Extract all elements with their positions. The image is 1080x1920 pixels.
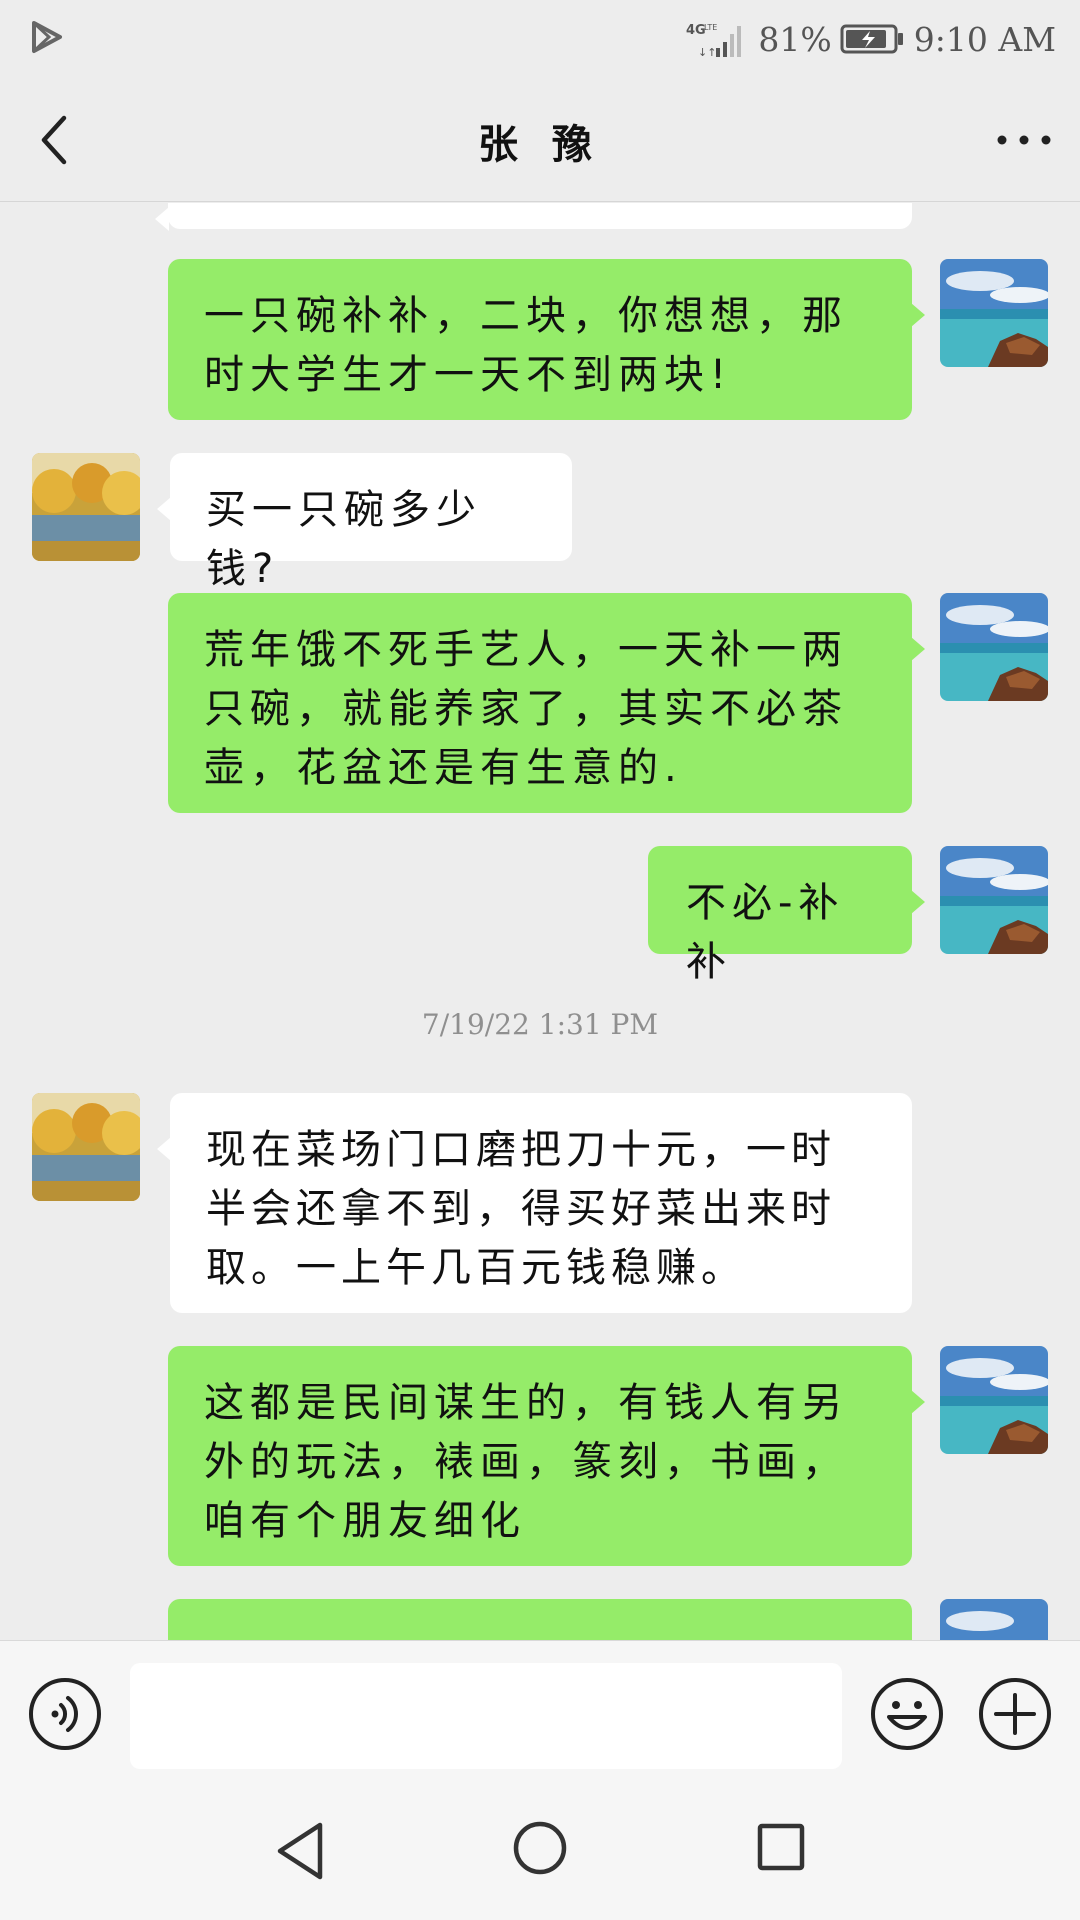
message-bubble-incoming[interactable]: 现在菜场门口磨把刀十元，一时半会还拿不到，得买好菜出来时取。一上午几百元钱稳赚。 bbox=[157, 1093, 912, 1313]
battery-percent: 81% bbox=[758, 19, 832, 59]
chat-area[interactable]: 一只碗补补，二块，你想想，那时大学生才一天不到两块! 买一只碗多少钱? 荒年饿不… bbox=[0, 203, 1080, 1640]
my-avatar[interactable] bbox=[940, 1346, 1048, 1454]
autumn-trees-avatar-image bbox=[32, 1093, 140, 1201]
battery-icon bbox=[840, 24, 903, 54]
message-timestamp: 7/19/22 1:31 PM bbox=[421, 1008, 659, 1041]
contact-avatar[interactable] bbox=[32, 453, 140, 561]
my-avatar[interactable] bbox=[940, 593, 1048, 701]
beach-avatar-image bbox=[940, 1599, 1048, 1640]
beach-avatar-image bbox=[940, 593, 1048, 701]
contact-avatar[interactable] bbox=[32, 1093, 140, 1201]
input-bar bbox=[0, 1640, 1080, 1780]
emoji-icon[interactable] bbox=[870, 1677, 944, 1751]
message-bubble-incoming[interactable]: 买一只碗多少钱? bbox=[157, 453, 572, 592]
status-bar: 4G LTE ↓↑ 81% 9:10 AM bbox=[0, 0, 1080, 80]
nav-recent-apps-icon[interactable] bbox=[756, 1822, 806, 1872]
message-bubble-outgoing[interactable]: 一只碗补补，二块，你想想，那时大学生才一天不到两块! bbox=[168, 259, 925, 420]
message-bubble-partial[interactable] bbox=[155, 203, 912, 231]
svg-text:4G: 4G bbox=[686, 23, 706, 38]
autumn-trees-avatar-image bbox=[32, 453, 140, 561]
signal-icon: 4G LTE ↓↑ bbox=[686, 23, 742, 59]
chat-header: 张 豫 bbox=[0, 80, 1080, 202]
my-avatar[interactable] bbox=[940, 846, 1048, 954]
status-time: 9:10 AM bbox=[913, 19, 1056, 59]
message-input[interactable] bbox=[130, 1663, 842, 1769]
beach-avatar-image bbox=[940, 846, 1048, 954]
svg-text:↓↑: ↓↑ bbox=[698, 46, 716, 59]
voice-icon[interactable] bbox=[28, 1677, 102, 1751]
chat-title: 张 豫 bbox=[478, 122, 602, 168]
beach-avatar-image bbox=[940, 259, 1048, 367]
my-avatar[interactable] bbox=[940, 259, 1048, 367]
nav-back-icon[interactable] bbox=[272, 1820, 328, 1882]
message-bubble-outgoing[interactable]: 荒年饿不死手艺人，一天补一两只碗，就能养家了，其实不必茶壶，花盆还是有生意的. bbox=[168, 593, 925, 813]
message-bubble-outgoing[interactable]: 这都是民间谋生的，有钱人有另外的玩法，裱画，篆刻，书画，咱有个朋友细化 bbox=[168, 1346, 925, 1566]
my-avatar[interactable] bbox=[940, 1599, 1048, 1640]
message-bubble-outgoing[interactable]: 不必-补补 bbox=[648, 846, 925, 985]
beach-avatar-image bbox=[940, 1346, 1048, 1454]
nav-home-icon[interactable] bbox=[512, 1820, 568, 1876]
system-nav-bar bbox=[0, 1780, 1080, 1920]
message-bubble-partial[interactable] bbox=[168, 1599, 912, 1640]
play-store-icon bbox=[32, 21, 62, 53]
svg-text:LTE: LTE bbox=[704, 23, 717, 32]
more-dots-icon[interactable] bbox=[994, 128, 1054, 152]
plus-icon[interactable] bbox=[978, 1677, 1052, 1751]
